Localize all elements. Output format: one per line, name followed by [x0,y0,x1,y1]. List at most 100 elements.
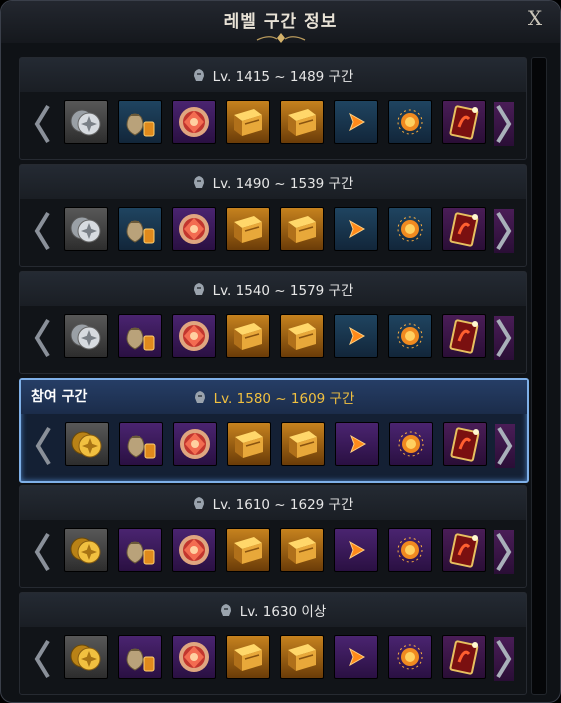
section-level-range: Lv. 1490 ~ 1539 구간 [212,176,354,192]
title-ornament-icon [256,33,306,43]
reward-slot[interactable] [442,100,486,144]
section-level-range: Lv. 1630 이상 [239,604,327,620]
orange-arrow-icon [349,112,366,132]
reward-slot[interactable] [334,314,378,358]
reward-slot[interactable] [64,207,108,251]
reward-slot[interactable] [64,100,108,144]
reward-slot[interactable] [226,528,270,572]
scroll-left-arrow-icon[interactable] [32,316,52,360]
gold-book-icon [289,431,317,458]
reward-slot[interactable] [334,528,378,572]
scroll-left-arrow-icon[interactable] [33,424,53,468]
reward-slot[interactable] [226,635,270,679]
reward-slot[interactable] [334,207,378,251]
orange-arrow-icon [349,219,366,239]
reward-row [20,201,526,265]
gold-coins-icon [70,537,101,564]
reward-slot[interactable] [172,100,216,144]
reward-slot[interactable] [226,207,270,251]
section-header: Lv. 1610 ~ 1629 구간 [20,486,526,520]
reward-slot[interactable] [388,207,432,251]
reward-slot[interactable] [118,528,162,572]
scroll-left-arrow-icon[interactable] [32,637,52,681]
level-section: Lv. 1610 ~ 1629 구간 [19,485,527,588]
card-icon [449,212,479,247]
reward-slot[interactable] [65,422,109,466]
reward-slot[interactable] [226,100,270,144]
reward-slot[interactable] [388,100,432,144]
scrollbar[interactable] [531,57,547,695]
section-level-range: Lv. 1580 ~ 1609 구간 [213,391,355,407]
reward-slot[interactable] [119,422,163,466]
scroll-left-arrow-icon[interactable] [32,102,52,146]
reward-slot[interactable] [334,100,378,144]
coin-pouch-icon [126,220,155,244]
scroll-right-arrow-icon[interactable] [494,637,514,681]
section-title: Lv. 1415 ~ 1489 구간 [20,58,526,92]
reward-slot[interactable] [442,314,486,358]
reward-row [20,308,526,372]
reward-slot[interactable] [64,528,108,572]
helmet-icon [193,176,204,188]
card-icon [449,105,479,140]
reward-slot[interactable] [442,528,486,572]
level-section: 참여 구간 Lv. 1580 ~ 1609 구간 [19,378,529,483]
card-icon [449,319,479,354]
reward-slot[interactable] [281,422,325,466]
reward-slot[interactable] [172,314,216,358]
reward-slot[interactable] [64,635,108,679]
section-header: 참여 구간 Lv. 1580 ~ 1609 구간 [21,380,527,414]
reward-slot[interactable] [335,422,379,466]
gold-book-icon [234,323,262,350]
reward-slot[interactable] [280,314,324,358]
reward-row [20,522,526,586]
coin-pouch-icon [126,327,155,351]
scroll-right-arrow-icon[interactable] [494,102,514,146]
reward-slot[interactable] [388,635,432,679]
reward-slot[interactable] [388,314,432,358]
scroll-right-arrow-icon[interactable] [494,209,514,253]
reward-slot[interactable] [172,528,216,572]
reward-slot[interactable] [173,422,217,466]
reward-slot[interactable] [280,528,324,572]
reward-slot[interactable] [389,422,433,466]
scroll-left-arrow-icon[interactable] [32,209,52,253]
reward-slot[interactable] [280,207,324,251]
fire-orb-icon [397,109,423,135]
reward-slot[interactable] [226,314,270,358]
silver-coins-icon [70,323,101,350]
gold-coins-icon [71,431,102,458]
helmet-icon [193,69,204,81]
level-section: Lv. 1540 ~ 1579 구간 [19,271,527,374]
card-icon [449,640,479,675]
section-title: Lv. 1630 이상 [20,593,526,627]
reward-slot[interactable] [118,635,162,679]
reward-slot[interactable] [64,314,108,358]
gold-book-icon [235,431,263,458]
reward-slot[interactable] [227,422,271,466]
scroll-right-arrow-icon[interactable] [494,530,514,574]
silver-coins-icon [70,216,101,243]
ruby-gem-icon [179,214,209,244]
reward-slot[interactable] [388,528,432,572]
scroll-right-arrow-icon[interactable] [494,316,514,360]
section-title: Lv. 1540 ~ 1579 구간 [20,272,526,306]
section-title: Lv. 1490 ~ 1539 구간 [20,165,526,199]
scroll-right-arrow-icon[interactable] [495,424,515,468]
reward-slot[interactable] [118,207,162,251]
reward-slot[interactable] [118,100,162,144]
reward-slot[interactable] [172,635,216,679]
reward-slot[interactable] [172,207,216,251]
scroll-left-arrow-icon[interactable] [32,530,52,574]
card-icon [449,533,479,568]
reward-slot[interactable] [442,207,486,251]
reward-slot[interactable] [442,635,486,679]
reward-slot[interactable] [280,100,324,144]
reward-slot[interactable] [280,635,324,679]
reward-slot[interactable] [443,422,487,466]
gold-book-icon [288,216,316,243]
close-button[interactable]: X [524,7,546,29]
reward-slot[interactable] [118,314,162,358]
ruby-gem-icon [180,429,210,459]
reward-slot[interactable] [334,635,378,679]
